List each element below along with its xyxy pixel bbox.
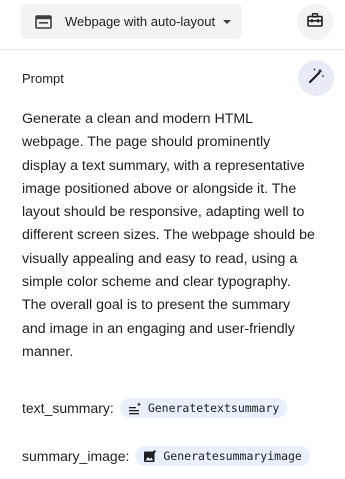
prompt-heading: Prompt	[22, 71, 64, 86]
prompt-panel: Webpage with auto-layout Prompt Generate…	[0, 0, 345, 479]
toolbox-button[interactable]	[297, 4, 333, 40]
generate-summary-image-chip[interactable]: Generatesummaryimage	[135, 446, 310, 466]
chip-label: Generatetextsummary	[147, 401, 280, 415]
magic-edit-button[interactable]	[298, 60, 334, 96]
top-bar: Webpage with auto-layout	[0, 0, 345, 50]
generate-text-summary-chip[interactable]: Generatetextsummary	[119, 398, 288, 418]
chevron-down-icon	[223, 20, 232, 24]
magic-wand-icon	[307, 67, 325, 90]
prompt-text[interactable]: Generate a clean and modern HTML webpage…	[22, 108, 317, 364]
layout-icon	[35, 14, 52, 29]
chip-label: Generatesummaryimage	[163, 449, 302, 463]
text-generate-icon	[128, 401, 142, 415]
template-dropdown[interactable]: Webpage with auto-layout	[21, 4, 242, 39]
variable-name: summary_image:	[22, 448, 130, 464]
image-generate-icon	[143, 449, 157, 463]
variable-name: text_summary:	[22, 400, 114, 416]
variable-row-text-summary: text_summary: Generatetextsummary	[22, 398, 288, 418]
template-label: Webpage with auto-layout	[65, 14, 216, 29]
toolbox-icon	[307, 12, 323, 32]
variable-row-summary-image: summary_image: Generatesummaryimage	[22, 446, 310, 466]
